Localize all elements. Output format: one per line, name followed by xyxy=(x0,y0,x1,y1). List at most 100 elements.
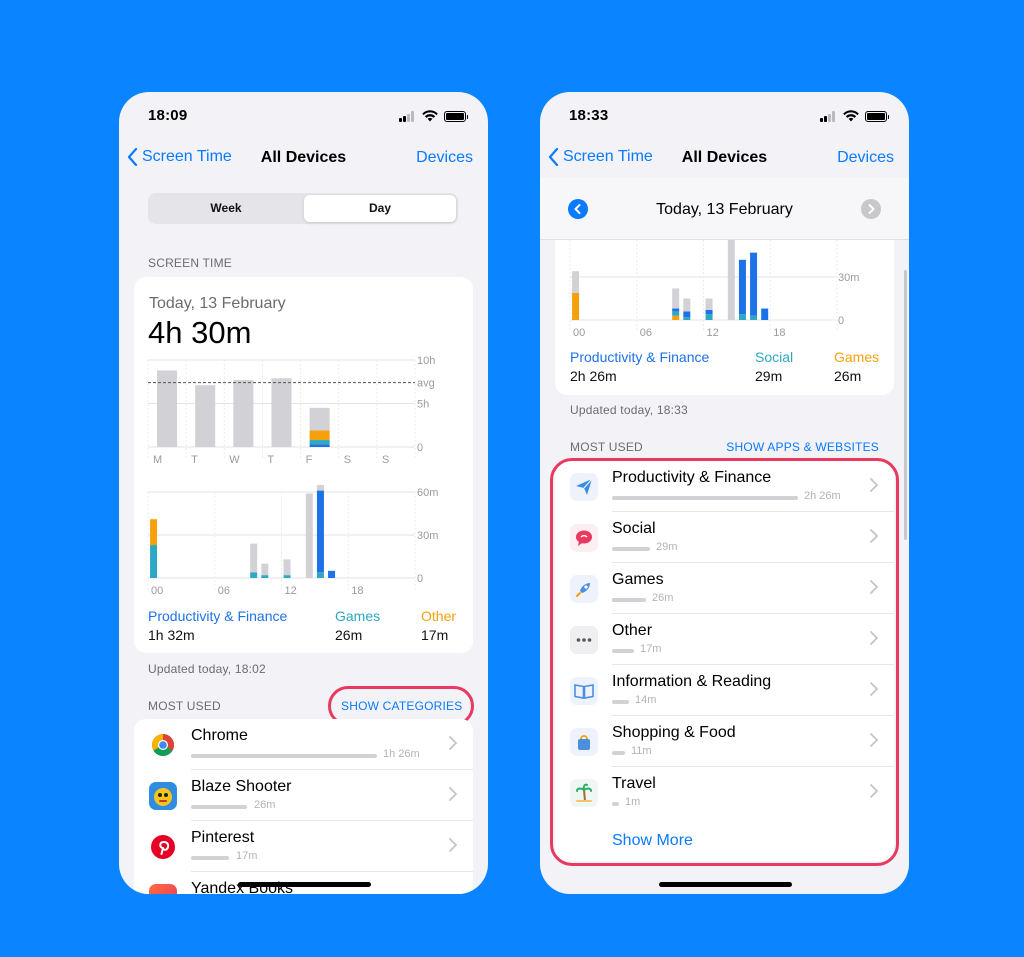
chart-bar xyxy=(672,288,680,309)
legend-item-productivity: Productivity & Finance 2h 26m xyxy=(570,349,709,384)
chrome-icon xyxy=(149,731,177,759)
axis-label: 30m xyxy=(417,530,438,542)
legend-value: 29m xyxy=(755,368,783,384)
chart-bar xyxy=(750,252,758,316)
status-time: 18:33 xyxy=(569,107,609,124)
hour-label: 06 xyxy=(640,327,652,339)
hour-label: 18 xyxy=(773,327,785,339)
chart-bar xyxy=(672,308,680,312)
segment-day[interactable]: Day xyxy=(304,195,456,222)
legend-value: 1h 32m xyxy=(148,627,195,643)
day-label: S xyxy=(382,454,389,466)
usage-value: 26m xyxy=(254,799,276,811)
show-apps-websites-button[interactable]: SHOW APPS & WEBSITES xyxy=(726,440,879,454)
period-segmented-control: Week Day xyxy=(148,193,458,224)
legend-value: 26m xyxy=(834,368,862,384)
status-bar: 18:09 xyxy=(119,92,488,138)
legend-name: Productivity & Finance xyxy=(148,608,288,624)
usage-value: 1h 26m xyxy=(383,748,420,760)
app-name: Blaze Shooter xyxy=(191,778,292,795)
legend-name: Productivity & Finance xyxy=(570,349,710,365)
hour-label: 18 xyxy=(351,585,363,597)
scrollbar[interactable] xyxy=(904,270,907,540)
chart-bar xyxy=(195,385,216,447)
chevron-right-icon xyxy=(868,204,875,214)
updated-label: Updated today, 18:33 xyxy=(570,403,688,417)
chart-bar xyxy=(683,298,691,312)
chart-bar xyxy=(727,239,735,320)
blaze-shooter-icon xyxy=(149,782,177,810)
chart-bar xyxy=(271,378,292,447)
chart-bar xyxy=(283,575,291,578)
legend-name: Games xyxy=(335,608,381,624)
chart-bar xyxy=(150,519,158,546)
axis-label: 30m xyxy=(838,272,859,284)
chart-bar xyxy=(309,444,330,447)
chart-bar xyxy=(150,545,158,578)
chart-bar xyxy=(683,317,691,320)
date-title: Today, 13 February xyxy=(656,201,793,218)
hour-label: 00 xyxy=(573,327,585,339)
list-item[interactable]: Pinterest 17m xyxy=(134,821,473,872)
hour-label: 12 xyxy=(707,327,719,339)
legend-item-productivity: Productivity & Finance 1h 32m xyxy=(148,608,287,643)
navigation-bar: Screen Time All Devices Devices xyxy=(119,138,488,178)
most-used-label: MOST USED xyxy=(148,699,221,713)
date-header: Today, 13 February xyxy=(540,178,909,240)
axis-label: 5h xyxy=(417,399,429,411)
legend-value: 17m xyxy=(421,627,449,643)
chart-bar xyxy=(572,271,580,293)
chart-bar xyxy=(316,485,324,491)
cellular-signal-icon xyxy=(399,110,416,122)
chevron-right-icon xyxy=(449,838,457,852)
legend-name: Social xyxy=(755,349,794,365)
usage-bar xyxy=(191,754,377,758)
screen-time-card[interactable]: Today, 13 February 4h 30m 10h avg 5h 0 M T W T F… xyxy=(134,277,473,653)
devices-button[interactable]: Devices xyxy=(837,149,894,167)
chart-bar xyxy=(157,370,178,447)
app-name: Chrome xyxy=(191,727,248,744)
updated-label: Updated today, 18:02 xyxy=(148,662,266,676)
legend-name: Games xyxy=(834,349,880,365)
chart-bar xyxy=(750,315,758,320)
next-day-button[interactable] xyxy=(861,199,881,219)
total-screen-time: 4h 30m xyxy=(148,315,252,350)
legend-item-games: Games 26m xyxy=(834,349,879,384)
legend-name: Other xyxy=(421,608,457,624)
axis-label: 10h xyxy=(417,355,435,367)
chart-bar xyxy=(261,563,269,576)
week-chart: 10h avg 5h 0 M T W T F S S xyxy=(147,355,435,466)
chart-bar xyxy=(309,430,330,441)
wifi-icon xyxy=(843,110,859,122)
cellular-signal-icon xyxy=(820,110,837,122)
list-item[interactable]: Blaze Shooter 26m xyxy=(134,770,473,821)
hour-label: 06 xyxy=(218,585,230,597)
chart-bar xyxy=(309,440,330,445)
chart-bar xyxy=(305,493,313,578)
axis-label: 0 xyxy=(417,573,423,585)
status-time: 18:09 xyxy=(148,107,188,124)
segment-week[interactable]: Week xyxy=(150,195,302,222)
day-label: T xyxy=(267,454,274,466)
chart-bar xyxy=(705,298,713,310)
day-label: F xyxy=(306,454,313,466)
day-label: S xyxy=(344,454,351,466)
chart-bar xyxy=(572,292,580,320)
list-item[interactable]: Chrome 1h 26m xyxy=(134,719,473,770)
axis-label: 0 xyxy=(417,442,423,454)
screen-time-section-label: SCREEN TIME xyxy=(148,256,232,270)
chart-bar xyxy=(316,572,324,578)
hour-label: 12 xyxy=(285,585,297,597)
card-date: Today, 13 February xyxy=(149,295,286,312)
battery-icon xyxy=(444,110,468,122)
legend-value: 26m xyxy=(335,627,363,643)
chevron-right-icon xyxy=(449,787,457,801)
pinterest-icon xyxy=(149,833,177,861)
legend-item-social: Social 29m xyxy=(755,349,793,384)
devices-button[interactable]: Devices xyxy=(416,149,473,167)
phone-screen-right: 18:33 Screen Time All Devices Devices 30… xyxy=(540,92,909,894)
home-indicator xyxy=(238,882,371,887)
chart-bar xyxy=(761,308,769,320)
chart-bar xyxy=(250,572,258,578)
app-name: Pinterest xyxy=(191,829,255,846)
